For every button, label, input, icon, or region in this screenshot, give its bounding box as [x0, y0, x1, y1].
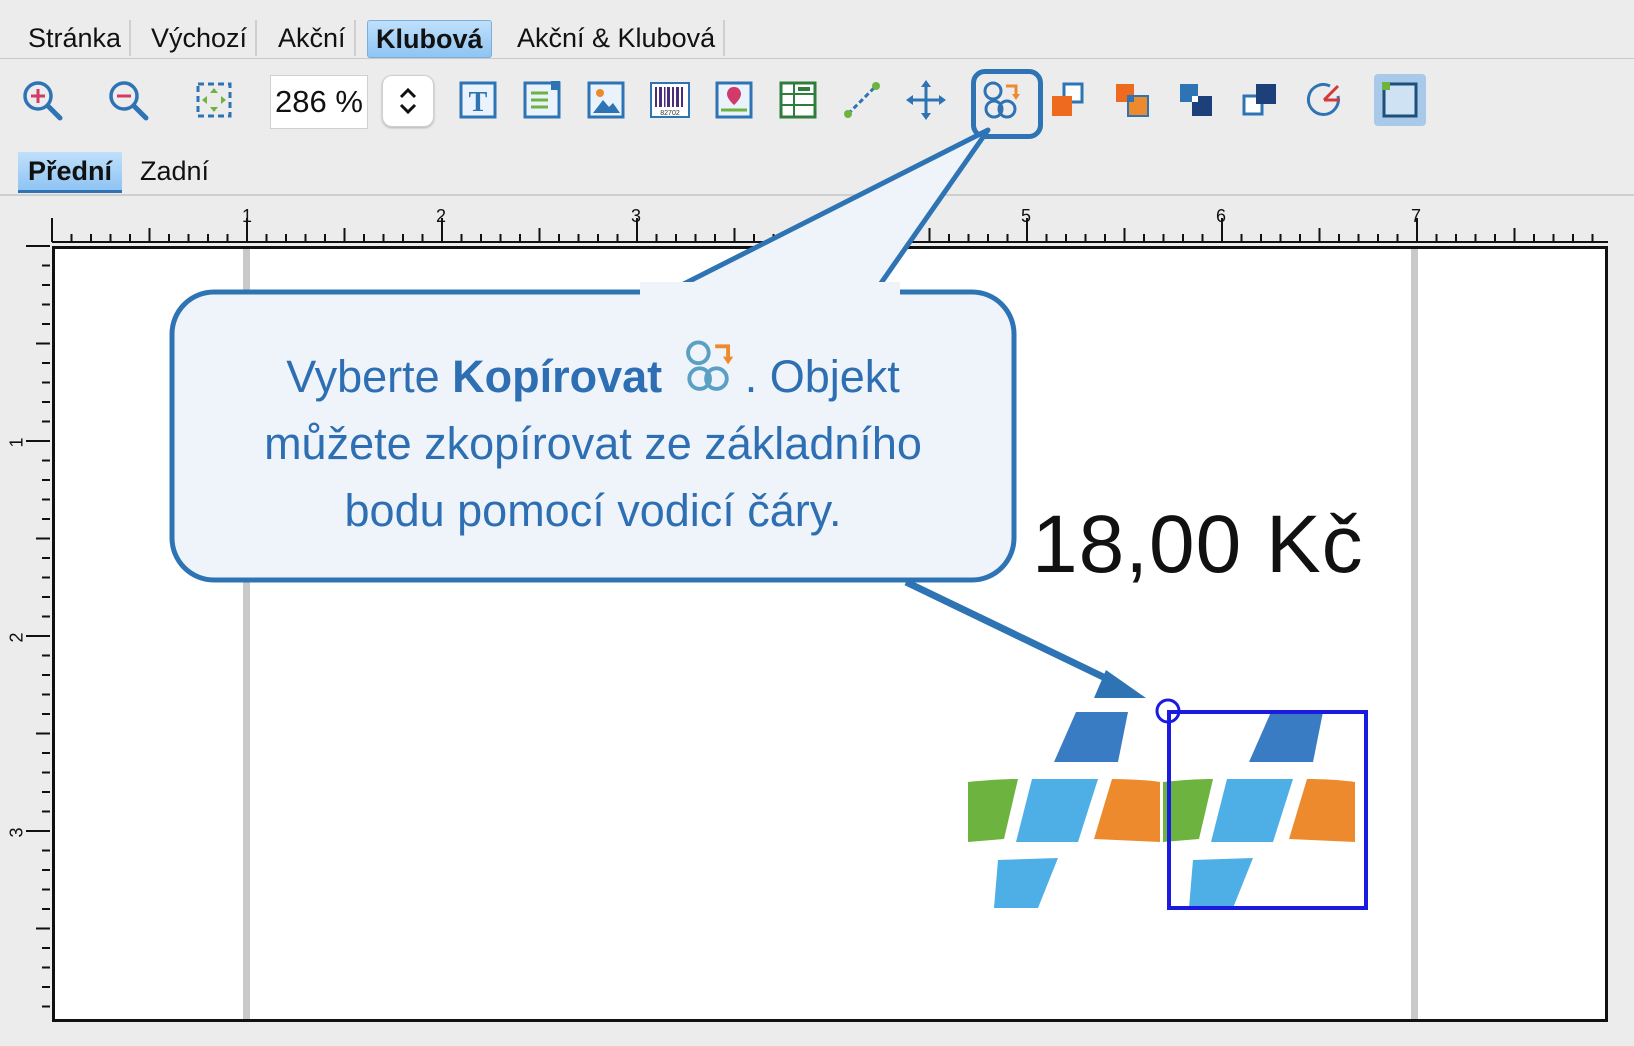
copy-icon: [679, 336, 741, 398]
callout-pointer: [657, 127, 991, 299]
logo-original[interactable]: [968, 712, 1160, 908]
callout-line2: můžete zkopírovat ze základního: [264, 418, 922, 469]
logo-copy[interactable]: [1163, 712, 1355, 908]
callout-text: Vyberte Kopírovat . Objekt můžete zkopír…: [200, 336, 986, 544]
callout-text-before: Vyberte: [286, 351, 453, 402]
callout-text-after: . Objekt: [744, 351, 900, 402]
callout-join: [640, 282, 900, 300]
callout-line3: bodu pomocí vodicí čáry.: [344, 485, 842, 536]
callout-arrow: [904, 578, 1124, 690]
callout-bold: Kopírovat: [452, 351, 663, 402]
